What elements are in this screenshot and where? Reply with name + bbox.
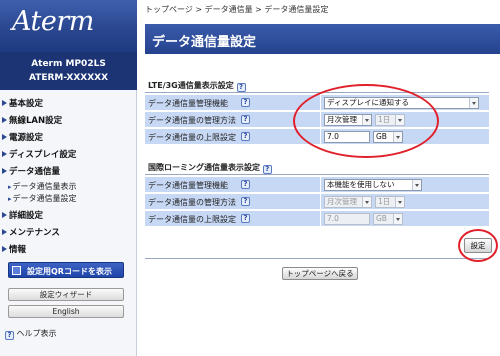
chevron-down-icon bbox=[469, 98, 478, 108]
roaming-management-method-select[interactable]: 月次管理 bbox=[324, 196, 372, 208]
nav-item-maintenance[interactable]: メンテナンス bbox=[2, 226, 60, 239]
chevron-down-icon bbox=[362, 115, 371, 125]
question-icon[interactable]: ? bbox=[241, 214, 250, 223]
roaming-limit-row: データ通信量の上限設定 ? 7.0 GB bbox=[145, 211, 489, 228]
field-label: データ通信量管理機能 bbox=[148, 99, 228, 108]
triangle-right-icon bbox=[2, 168, 7, 174]
roaming-management-method-row: データ通信量の管理方法 ? 月次管理 1日 bbox=[145, 194, 489, 211]
chevron-down-icon bbox=[412, 180, 421, 190]
field-label: データ通信量の上限設定 bbox=[148, 133, 236, 142]
lte-management-method-row: データ通信量の管理方法 ? 月次管理 1日 bbox=[145, 112, 489, 129]
triangle-right-icon bbox=[2, 229, 7, 235]
nav-item-wireless-lan[interactable]: 無線LAN設定 bbox=[2, 114, 62, 127]
show-qr-code-button[interactable]: 設定用QRコードを表示 bbox=[8, 262, 124, 278]
bullet-icon: ▸ bbox=[8, 183, 12, 191]
bullet-icon: ▸ bbox=[8, 195, 12, 203]
sidebar: Aterm Aterm MP02LS ATERM-XXXXXX 基本設定 無線L… bbox=[0, 0, 137, 356]
field-label: データ通信量の管理方法 bbox=[148, 198, 236, 207]
triangle-right-icon bbox=[2, 100, 7, 106]
setup-wizard-button[interactable]: 設定ウィザード bbox=[8, 288, 124, 301]
question-icon[interactable]: ? bbox=[241, 180, 250, 189]
english-button[interactable]: English bbox=[8, 305, 124, 318]
triangle-right-icon bbox=[2, 212, 7, 218]
model-id: ATERM-XXXXXX bbox=[28, 73, 109, 83]
question-icon[interactable]: ? bbox=[241, 115, 250, 124]
question-icon: ? bbox=[5, 331, 14, 340]
section-divider bbox=[145, 258, 489, 259]
lte-management-function-select[interactable]: ディスプレイに通知する bbox=[324, 97, 479, 109]
roaming-section-title: 国際ローミング通信量表示設定 ? bbox=[148, 162, 272, 174]
question-icon[interactable]: ? bbox=[241, 132, 250, 141]
breadcrumb: トップページ > データ通信量 > データ通信量設定 bbox=[145, 5, 329, 14]
lte-section-title: LTE/3G通信量表示設定 ? bbox=[148, 80, 246, 92]
lte-reset-day-select[interactable]: 1日 bbox=[375, 114, 405, 126]
lte-management-method-select[interactable]: 月次管理 bbox=[324, 114, 372, 126]
lte-limit-input[interactable]: 7.0 bbox=[324, 131, 370, 143]
chevron-down-icon bbox=[395, 115, 404, 125]
roaming-management-function-row: データ通信量管理機能 ? 本機能を使用しない bbox=[145, 177, 489, 194]
chevron-down-icon bbox=[393, 214, 402, 224]
chevron-down-icon bbox=[393, 132, 402, 142]
nav-sub-data-usage-display[interactable]: ▸データ通信量表示 bbox=[8, 181, 77, 192]
triangle-right-icon bbox=[2, 246, 7, 252]
question-icon[interactable]: ? bbox=[236, 83, 246, 92]
field-label: データ通信量の管理方法 bbox=[148, 116, 236, 125]
nav-sub-data-usage-settings[interactable]: ▸データ通信量設定 bbox=[8, 193, 77, 204]
field-label: データ通信量の上限設定 bbox=[148, 215, 236, 224]
help-display-link[interactable]: ? ヘルプ表示 bbox=[5, 328, 57, 340]
triangle-right-icon bbox=[2, 151, 7, 157]
lte-management-function-row: データ通信量管理機能 ? ディスプレイに通知する bbox=[145, 95, 489, 112]
logo-banner: Aterm bbox=[0, 0, 137, 52]
nav-item-advanced-settings[interactable]: 詳細設定 bbox=[2, 209, 43, 222]
triangle-right-icon bbox=[2, 134, 7, 140]
qr-code-icon bbox=[12, 266, 21, 275]
question-icon[interactable]: ? bbox=[241, 98, 250, 107]
chevron-down-icon bbox=[395, 197, 404, 207]
lte-limit-unit-select[interactable]: GB bbox=[373, 131, 403, 143]
triangle-right-icon bbox=[2, 117, 7, 123]
page-title: データ通信量設定 bbox=[152, 35, 257, 50]
question-icon[interactable]: ? bbox=[241, 197, 250, 206]
title-bar: データ通信量設定 bbox=[145, 24, 500, 54]
model-name: Aterm MP02LS bbox=[31, 59, 106, 69]
nav-item-display-settings[interactable]: ディスプレイ設定 bbox=[2, 148, 76, 161]
back-to-top-button[interactable]: トップページへ戻る bbox=[282, 267, 358, 280]
lte-limit-row: データ通信量の上限設定 ? 7.0 GB bbox=[145, 129, 489, 146]
nav-item-basic-settings[interactable]: 基本設定 bbox=[2, 97, 43, 110]
nav-item-data-usage[interactable]: データ通信量 bbox=[2, 165, 60, 178]
model-info: Aterm MP02LS ATERM-XXXXXX bbox=[0, 52, 137, 90]
roaming-limit-input[interactable]: 7.0 bbox=[324, 213, 370, 225]
section-divider bbox=[145, 174, 489, 175]
field-label: データ通信量管理機能 bbox=[148, 181, 228, 190]
roaming-reset-day-select[interactable]: 1日 bbox=[375, 196, 405, 208]
roaming-limit-unit-select[interactable]: GB bbox=[373, 213, 403, 225]
nav-item-power-settings[interactable]: 電源設定 bbox=[2, 131, 43, 144]
nav-item-information[interactable]: 情報 bbox=[2, 243, 26, 256]
chevron-down-icon bbox=[362, 197, 371, 207]
apply-settings-button[interactable]: 設定 bbox=[464, 238, 492, 253]
section-divider bbox=[145, 92, 489, 93]
aterm-logo: Aterm bbox=[12, 6, 94, 37]
roaming-management-function-select[interactable]: 本機能を使用しない bbox=[324, 179, 422, 191]
question-icon[interactable]: ? bbox=[262, 165, 272, 174]
